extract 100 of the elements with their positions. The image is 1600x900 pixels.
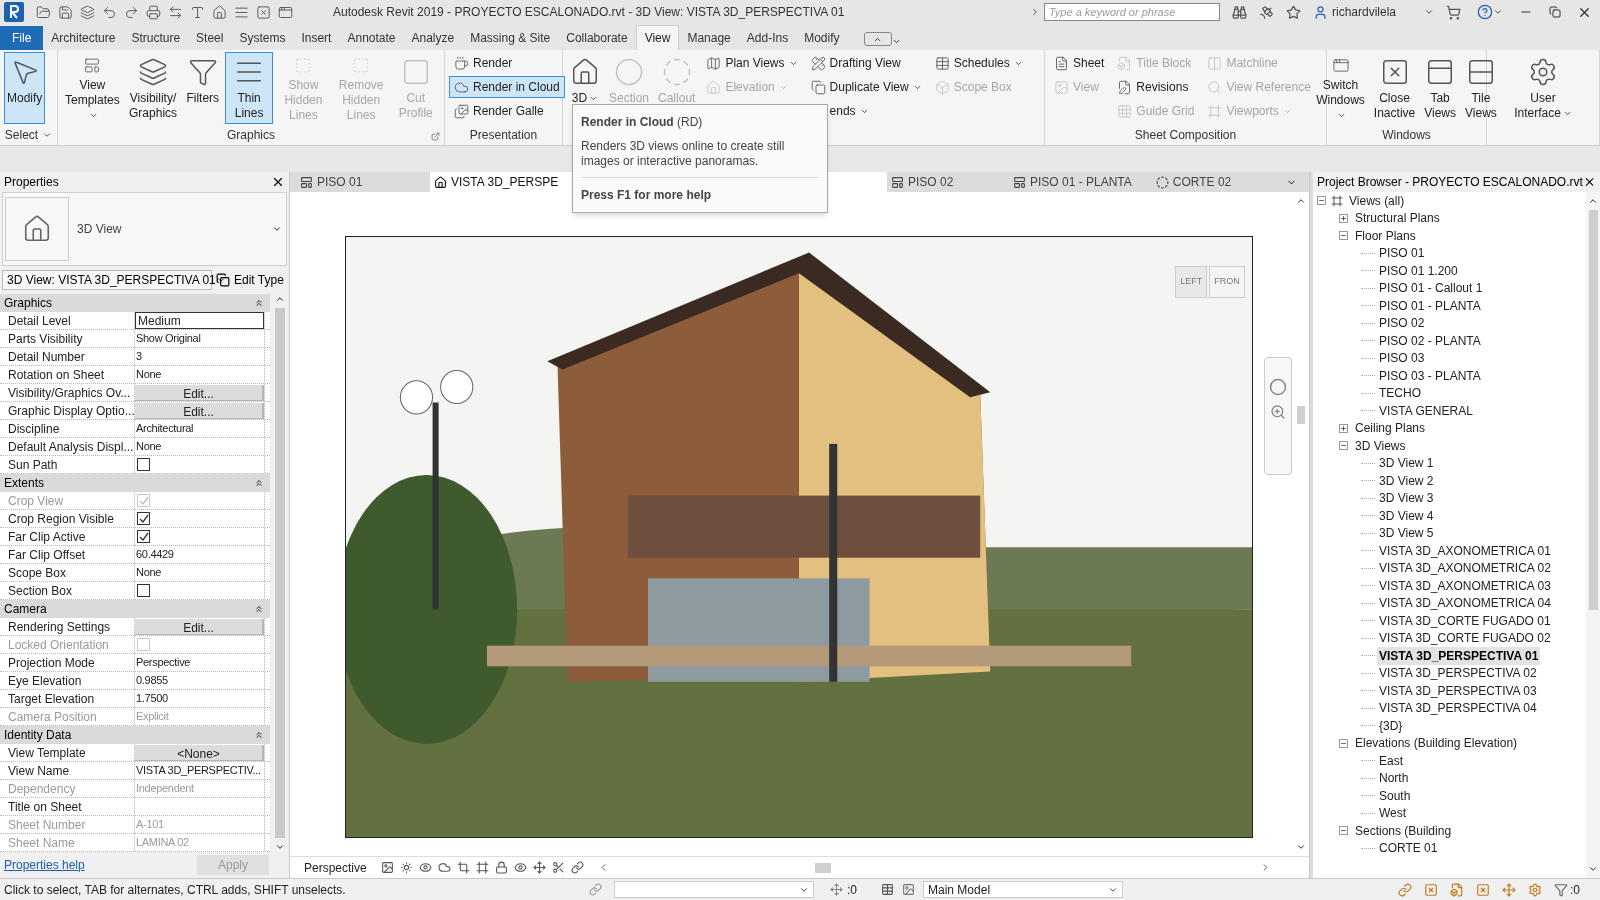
tree-item[interactable]: Ceiling Plans bbox=[1353, 419, 1428, 438]
redo-icon[interactable] bbox=[124, 4, 139, 20]
caret-icon[interactable] bbox=[891, 37, 901, 46]
menu-tab[interactable]: Insert bbox=[293, 26, 340, 50]
tree-item[interactable]: 3D View 2 bbox=[1377, 471, 1436, 490]
star-icon[interactable] bbox=[1285, 4, 1301, 20]
ribbon-button[interactable]: User Interface bbox=[1508, 52, 1578, 124]
ribbon-button[interactable]: Sheet bbox=[1049, 52, 1110, 74]
ribbon-button[interactable]: Render Galle bbox=[449, 100, 565, 122]
tree-item[interactable]: North bbox=[1377, 769, 1411, 788]
funnel-icon[interactable] bbox=[1554, 882, 1568, 897]
table-icon[interactable] bbox=[881, 883, 894, 896]
menu-tab[interactable]: Annotate bbox=[339, 26, 404, 50]
collapse-icon[interactable] bbox=[1317, 196, 1326, 206]
tree-item[interactable]: VISTA 3D_AXONOMETRICA 02 bbox=[1377, 559, 1553, 578]
view-tab[interactable]: PISO 01 bbox=[296, 172, 430, 192]
tree-item[interactable]: VISTA 3D_AXONOMETRICA 03 bbox=[1377, 576, 1553, 595]
scroll-up-icon[interactable] bbox=[1588, 196, 1598, 206]
ribbon-button[interactable]: Revisions bbox=[1112, 76, 1200, 98]
caret-icon[interactable] bbox=[1493, 7, 1503, 17]
checkbox[interactable] bbox=[137, 584, 150, 597]
caret-icon[interactable] bbox=[1424, 7, 1434, 17]
collapse-icon[interactable] bbox=[254, 604, 264, 614]
tree-item[interactable]: {3D} bbox=[1377, 716, 1405, 735]
menu-tab[interactable]: Systems bbox=[231, 26, 294, 50]
menu-tab[interactable]: Steel bbox=[188, 26, 232, 50]
tree-item[interactable]: VISTA 3D_CORTE FUGADO 01 bbox=[1377, 611, 1553, 630]
binoculars-icon[interactable] bbox=[1231, 4, 1247, 20]
hide-icon[interactable] bbox=[513, 861, 527, 874]
menu-tab[interactable]: Modify bbox=[796, 26, 848, 50]
ribbon-button[interactable]: View Templates bbox=[62, 52, 123, 124]
tree-item[interactable]: 3D Views bbox=[1353, 436, 1408, 455]
link-icon[interactable] bbox=[1398, 882, 1412, 897]
ribbon-button[interactable]: Render in Cloud bbox=[449, 76, 565, 98]
help-link[interactable]: Properties help bbox=[4, 856, 85, 874]
print-icon[interactable] bbox=[146, 4, 161, 20]
tree-item[interactable]: East bbox=[1377, 751, 1405, 770]
thin-lines-icon[interactable] bbox=[234, 4, 249, 20]
ribbon-button[interactable]: Drafting View bbox=[805, 52, 927, 74]
collapse-icon[interactable] bbox=[1339, 441, 1348, 451]
tree-item[interactable]: PISO 03 - PLANTA bbox=[1377, 366, 1483, 385]
menu-tab[interactable]: File bbox=[0, 26, 44, 50]
search-field[interactable]: Type a keyword or phrase bbox=[1043, 3, 1220, 21]
ribbon-button[interactable]: Tab Views bbox=[1421, 52, 1459, 124]
ribbon-button[interactable]: Visibility/ Graphics bbox=[125, 52, 181, 124]
crop-region-icon[interactable] bbox=[475, 861, 489, 874]
menu-tab[interactable]: Architecture bbox=[43, 26, 124, 50]
collapse-icon[interactable] bbox=[254, 478, 264, 488]
zoom-icon[interactable] bbox=[1270, 404, 1286, 420]
menu-tab[interactable]: View bbox=[635, 25, 680, 50]
ribbon-button[interactable]: Modify bbox=[4, 52, 46, 124]
collapse-icon[interactable] bbox=[254, 298, 264, 308]
tree-item[interactable]: PISO 02 - PLANTA bbox=[1377, 331, 1483, 350]
open-folder-icon[interactable] bbox=[36, 4, 51, 20]
menu-tab[interactable]: Add-Ins bbox=[738, 26, 797, 50]
checkbox[interactable] bbox=[137, 530, 150, 543]
ribbon-button[interactable]: Thin Lines bbox=[225, 52, 274, 124]
tree-item[interactable]: VISTA 3D_PERSPECTIVA 03 bbox=[1377, 681, 1539, 700]
sun-icon[interactable] bbox=[399, 861, 413, 874]
tree-item[interactable]: Structural Plans bbox=[1353, 209, 1442, 228]
ribbon-button[interactable]: Switch Windows bbox=[1313, 52, 1368, 124]
property-button[interactable]: Edit... bbox=[135, 402, 264, 419]
panel-toggle-icon[interactable] bbox=[863, 32, 892, 46]
menu-tab[interactable]: Collaborate bbox=[558, 26, 636, 50]
view-tab[interactable]: PISO 02 bbox=[887, 172, 1009, 192]
scroll-down-icon[interactable] bbox=[1296, 842, 1306, 852]
tree-item[interactable]: VISTA 3D_PERSPECTIVA 02 bbox=[1377, 664, 1539, 683]
property-button[interactable]: <None> bbox=[135, 744, 264, 761]
tree-item[interactable]: Elevations (Building Elevation) bbox=[1353, 734, 1520, 753]
scroll-thumb[interactable] bbox=[1588, 210, 1598, 610]
crop-icon[interactable] bbox=[456, 861, 470, 874]
property-input[interactable]: Medium bbox=[135, 312, 264, 329]
tree-item[interactable]: Floor Plans bbox=[1353, 226, 1418, 245]
ribbon-button[interactable]: Schedules bbox=[929, 52, 1028, 74]
expand-icon[interactable] bbox=[1339, 213, 1348, 223]
tree-item[interactable]: 3D View 5 bbox=[1377, 524, 1436, 543]
help-icon[interactable] bbox=[1477, 4, 1493, 20]
ribbon-button[interactable]: Duplicate View bbox=[805, 76, 927, 98]
tree-item[interactable]: Sections (Building bbox=[1353, 821, 1454, 840]
cart-icon[interactable] bbox=[1446, 4, 1461, 20]
switch-window-icon[interactable] bbox=[278, 4, 293, 20]
viewcube[interactable]: LEFT FRON bbox=[1170, 258, 1250, 306]
tree-item[interactable]: VISTA 3D_AXONOMETRICA 01 bbox=[1377, 541, 1553, 560]
drag-icon[interactable] bbox=[1502, 882, 1516, 897]
scrollbar[interactable] bbox=[1586, 192, 1600, 878]
user-name[interactable]: richardvilela bbox=[1331, 3, 1396, 21]
checkbox[interactable] bbox=[137, 458, 150, 471]
tree-item[interactable]: PISO 02 bbox=[1377, 314, 1427, 333]
expand-icon[interactable] bbox=[1339, 423, 1348, 433]
tree-item[interactable]: PISO 01 - Callout 1 bbox=[1377, 279, 1485, 298]
view-tab[interactable]: PISO 01 - PLANTA bbox=[1009, 172, 1152, 192]
text-icon[interactable] bbox=[190, 4, 205, 20]
tree-item[interactable]: Views (all) bbox=[1347, 192, 1407, 210]
tree-item[interactable]: VISTA 3D_PERSPECTIVA 01 bbox=[1377, 646, 1541, 665]
tree-item[interactable]: South bbox=[1377, 786, 1413, 805]
tree-item[interactable]: TECHO bbox=[1377, 384, 1423, 403]
tree-item[interactable]: West bbox=[1377, 804, 1409, 823]
satellite-icon[interactable] bbox=[1258, 4, 1274, 20]
scroll-up-icon[interactable] bbox=[275, 294, 285, 304]
measure-icon[interactable] bbox=[168, 4, 183, 20]
